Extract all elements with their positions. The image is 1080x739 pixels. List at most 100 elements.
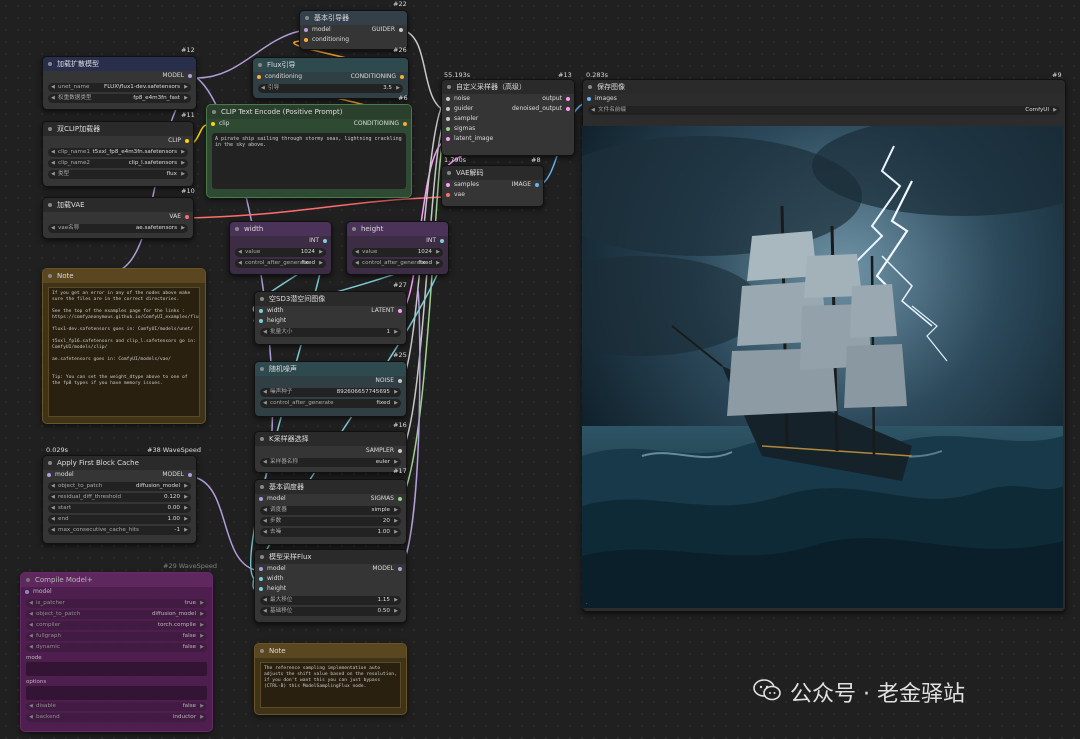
input-slot[interactable]: [304, 28, 308, 32]
unet-name-widget[interactable]: unet_name FLUX\flux1-dev.safetensors: [48, 83, 191, 92]
compile-model-node[interactable]: Compile Model+ model is_patcher true obje…: [20, 572, 213, 732]
end-widget[interactable]: end 1.00: [48, 515, 191, 524]
base-shift-widget[interactable]: 基础移位 0.50: [260, 607, 401, 616]
vae-decode-node[interactable]: VAE解码 samples IMAGE vae: [441, 165, 544, 207]
note-node-sampling[interactable]: Note The reference sampling implementati…: [254, 643, 407, 715]
output-slot[interactable]: [185, 139, 189, 143]
noise-seed-widget[interactable]: 噪声种子 892606657745695: [260, 388, 401, 397]
node-title: Note: [43, 269, 205, 283]
input-slot[interactable]: [211, 122, 215, 126]
input-slot[interactable]: [446, 107, 450, 111]
input-slot[interactable]: [587, 97, 591, 101]
output-slot[interactable]: [566, 107, 570, 111]
input-slot[interactable]: [446, 97, 450, 101]
output-slot[interactable]: [188, 473, 192, 477]
input-slot[interactable]: [446, 117, 450, 121]
height-value-widget[interactable]: value 1024: [352, 248, 443, 257]
input-slot[interactable]: [259, 497, 263, 501]
output-slot[interactable]: [400, 75, 404, 79]
steps-widget[interactable]: 步数 20: [260, 517, 401, 526]
input-slot[interactable]: [259, 309, 263, 313]
model-sampling-flux-node[interactable]: 模型采样Flux model MODEL width height 最大移位 1.1…: [254, 549, 407, 623]
residual-diff-threshold-widget[interactable]: residual_diff_threshold 0.120: [48, 493, 191, 502]
backend-widget[interactable]: backend inductor: [26, 713, 207, 722]
prompt-textarea[interactable]: A pirate ship sailing through stormy sea…: [212, 133, 406, 189]
denoise-widget[interactable]: 去噪 1.00: [260, 528, 401, 537]
output-slot[interactable]: [566, 97, 570, 101]
disable-widget[interactable]: disable false: [26, 702, 207, 711]
output-slot[interactable]: [403, 122, 407, 126]
scheduler-widget[interactable]: 调度器 simple: [260, 506, 401, 515]
input-slot[interactable]: [257, 75, 261, 79]
apply-first-block-cache-node[interactable]: Apply First Block Cache model MODEL objec…: [42, 455, 197, 544]
dual-clip-loader-node[interactable]: 双CLIP加载器 CLIP clip_name1t5xxl_fp8_e4m3fn…: [42, 121, 194, 187]
random-noise-node[interactable]: 随机噪声 NOISE 噪声种子 892606657745695 control_a…: [254, 361, 407, 417]
width-primitive-node[interactable]: width INT value 1024 control_after_genera…: [229, 221, 332, 275]
note-node-files[interactable]: Note If you get an error in any of the n…: [42, 268, 206, 424]
input-slot[interactable]: [446, 127, 450, 131]
clip-text-encode-node[interactable]: CLIP Text Encode (Positive Prompt) clip C…: [206, 104, 412, 198]
vae-loader-node[interactable]: 加载VAE VAE vae名称 ae.safetensors: [42, 197, 194, 239]
flux-guidance-node[interactable]: Flux引导 conditioning CONDITIONING 引导 3.5: [252, 57, 409, 99]
input-slot[interactable]: [446, 137, 450, 141]
height-primitive-node[interactable]: height INT value 1024 control_after_gener…: [346, 221, 449, 275]
clip-name2-widget[interactable]: clip_name2 clip_l.safetensors: [48, 159, 188, 168]
basic-guider-node[interactable]: 基本引导器 model GUIDER conditioning: [299, 10, 408, 50]
mode-textarea[interactable]: [26, 662, 207, 676]
widget-name: 步数: [270, 518, 282, 524]
guidance-widget[interactable]: 引导 3.5: [258, 84, 403, 93]
batch-size-widget[interactable]: 批量大小 1: [260, 328, 401, 337]
input-slot[interactable]: [25, 590, 29, 594]
ksampler-select-node[interactable]: K采样器选择 SAMPLER 采样器名称 euler: [254, 431, 407, 473]
output-slot[interactable]: [399, 28, 403, 32]
output-slot[interactable]: [398, 379, 402, 383]
object-to-patch-widget[interactable]: object_to_patch diffusion_model: [26, 610, 207, 619]
vae-name-widget[interactable]: vae名称 ae.safetensors: [48, 224, 188, 233]
note-text[interactable]: The reference sampling implementation au…: [260, 662, 401, 708]
generated-image[interactable]: .: [582, 126, 1063, 608]
fullgraph-widget[interactable]: fullgraph false: [26, 632, 207, 641]
clip-type-widget[interactable]: 类型 flux: [48, 170, 188, 179]
max-cache-hits-widget[interactable]: max_consecutive_cache_hits -1: [48, 526, 191, 535]
input-slot[interactable]: [304, 38, 308, 42]
input-slot[interactable]: [446, 193, 450, 197]
height-control-widget[interactable]: control_after_generatefixed: [352, 259, 443, 268]
input-slot[interactable]: [259, 319, 263, 323]
object-to-patch-widget[interactable]: object_to_patch diffusion_model: [48, 482, 191, 491]
compiler-widget[interactable]: compiler torch.compile: [26, 621, 207, 630]
input-slot[interactable]: [259, 587, 263, 591]
node-title: 随机噪声: [255, 362, 406, 376]
input-slot[interactable]: [259, 577, 263, 581]
start-widget[interactable]: start 0.00: [48, 504, 191, 513]
output-slot[interactable]: [398, 449, 402, 453]
sampler-name-widget[interactable]: 采样器名称 euler: [260, 458, 401, 467]
max-shift-widget[interactable]: 最大移位 1.15: [260, 596, 401, 605]
output-slot[interactable]: [398, 567, 402, 571]
filename-prefix-widget[interactable]: 文件名前缀 ComfyUI: [588, 106, 1060, 115]
note-text[interactable]: If you get an error in any of the nodes …: [48, 287, 200, 417]
widget-value: euler: [375, 459, 390, 465]
weight-dtype-widget[interactable]: 权重数据类型 fp8_e4m3fn_fast: [48, 94, 191, 103]
output-slot[interactable]: [440, 239, 444, 243]
basic-scheduler-node[interactable]: 基本调度器 model SIGMAS 调度器 simple 步数 20 去噪 1.00: [254, 479, 407, 545]
empty-sd3-latent-node[interactable]: 空SD3潜空间图像 width LATENT height 批量大小 1: [254, 291, 407, 345]
output-slot[interactable]: [398, 497, 402, 501]
input-slot[interactable]: [47, 473, 51, 477]
options-textarea[interactable]: [26, 686, 207, 700]
input-slot[interactable]: [259, 567, 263, 571]
output-slot[interactable]: [185, 215, 189, 219]
input-label: conditioning: [312, 36, 350, 43]
dynamic-widget[interactable]: dynamic false: [26, 643, 207, 652]
output-slot[interactable]: [323, 239, 327, 243]
unet-loader-node[interactable]: 加载扩散模型 MODEL unet_name FLUX\flux1-dev.saf…: [42, 56, 197, 110]
width-value-widget[interactable]: value 1024: [235, 248, 326, 257]
output-slot[interactable]: [535, 183, 539, 187]
noise-control-widget[interactable]: control_after_generate fixed: [260, 399, 401, 408]
clip-name1-widget[interactable]: clip_name1t5xxl_fp8_e4m3fn.safetensors: [48, 148, 188, 157]
width-control-widget[interactable]: control_after_generatefixed: [235, 259, 326, 268]
output-slot[interactable]: [188, 74, 192, 78]
input-slot[interactable]: [446, 183, 450, 187]
custom-sampler-advanced-node[interactable]: 自定义采样器（高级） noise output guider denoised_ou…: [441, 79, 575, 156]
is-patcher-widget[interactable]: is_patcher true: [26, 599, 207, 608]
output-slot[interactable]: [398, 309, 402, 313]
